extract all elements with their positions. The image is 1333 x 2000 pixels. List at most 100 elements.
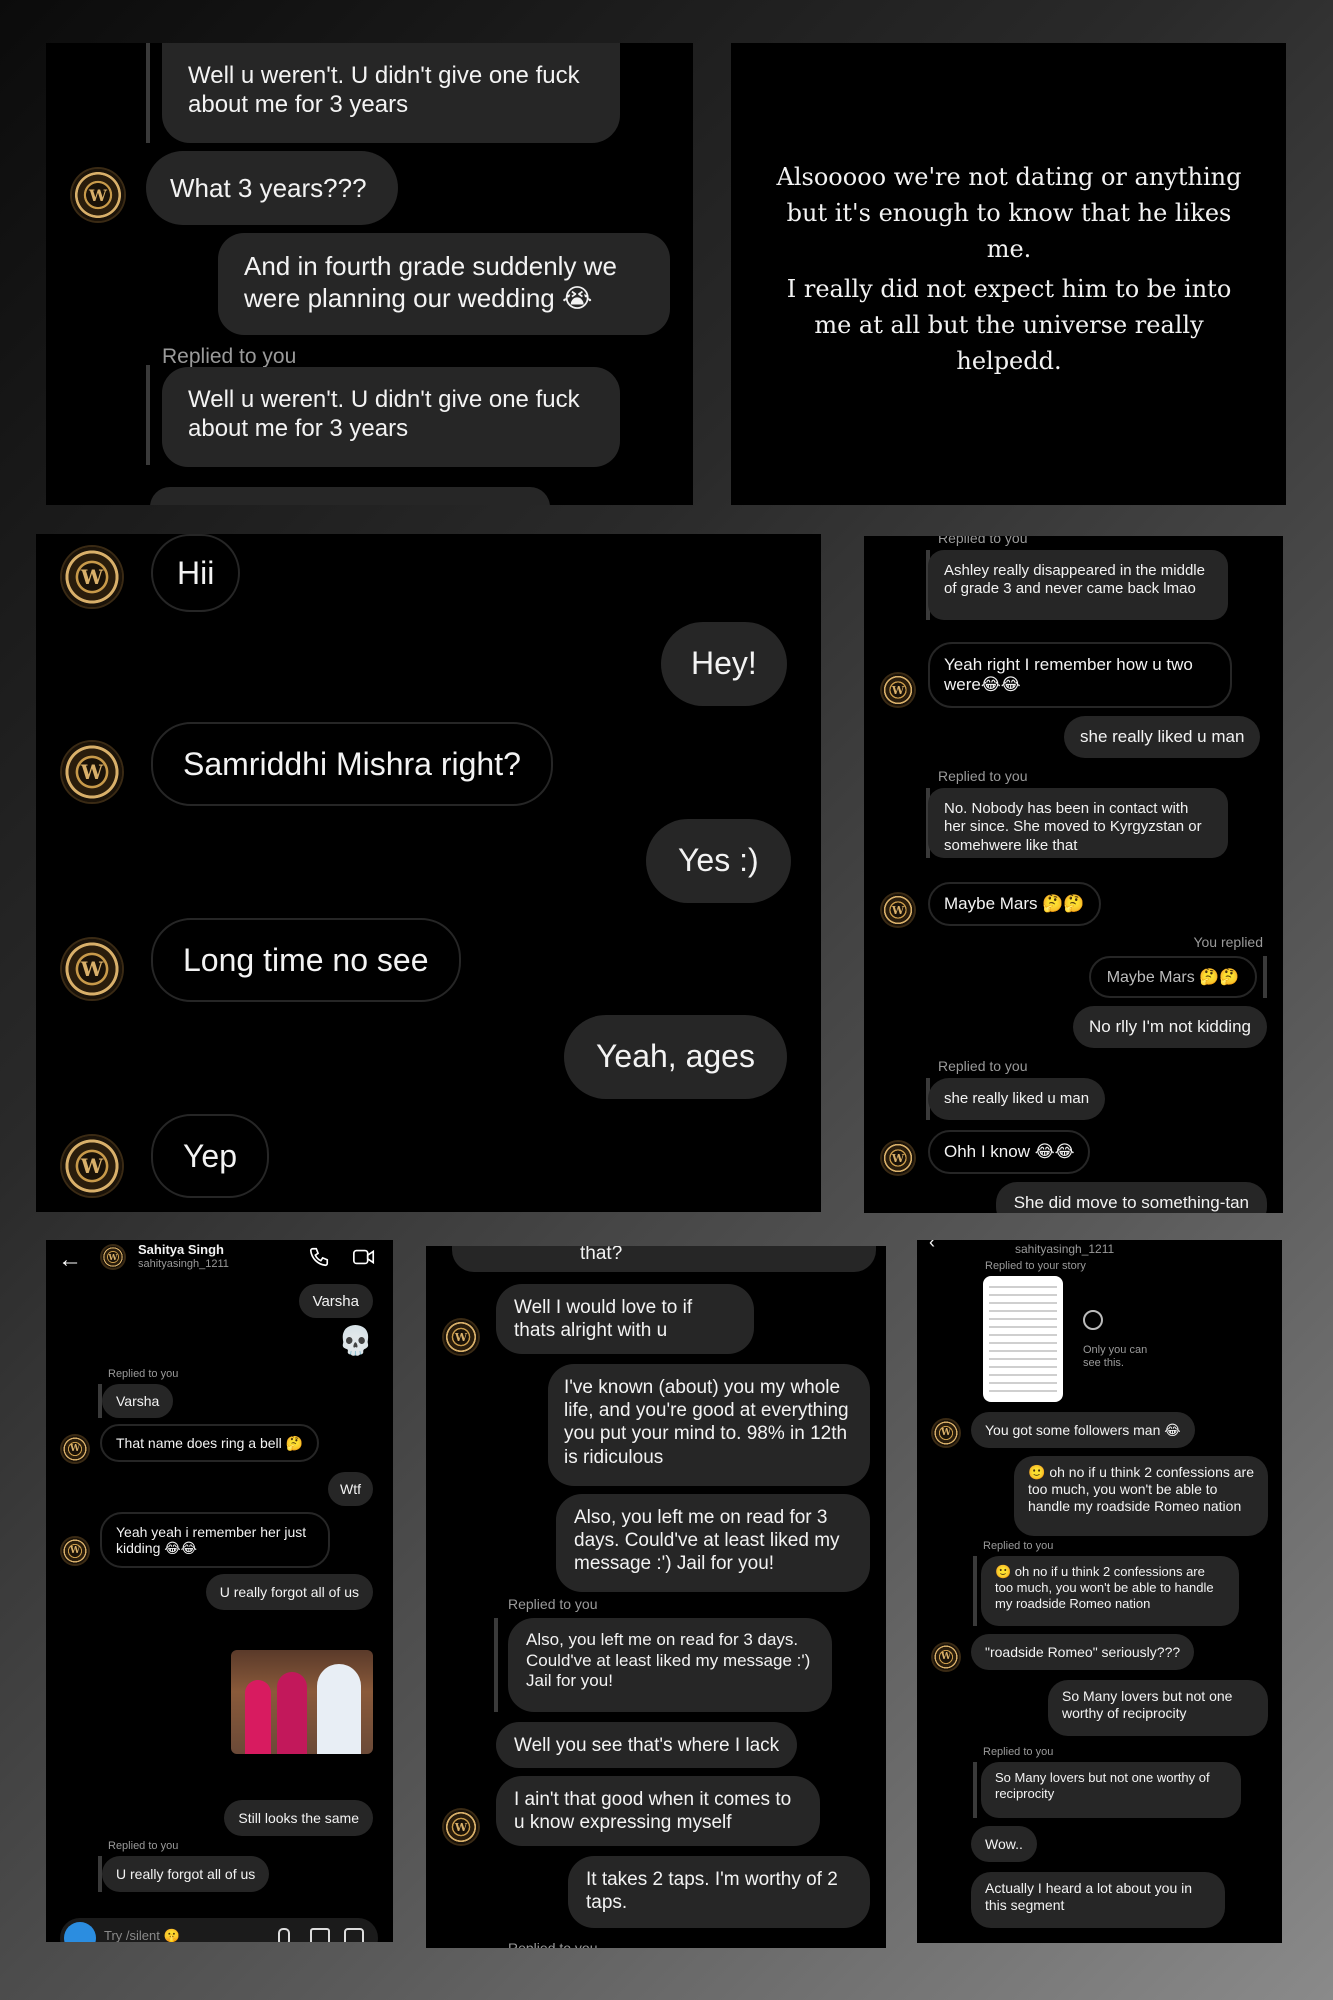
reply-bubble[interactable]: Ashley really disappeared in the middle … (928, 550, 1228, 620)
avatar[interactable]: W (62, 547, 122, 607)
avatar[interactable]: W (62, 1136, 122, 1196)
avatar[interactable]: W (444, 1320, 478, 1354)
chat-panel-1: Well u weren't. U didn't give one fuck a… (46, 43, 693, 505)
message-bubble[interactable]: Samriddhi Mishra right? (151, 722, 553, 806)
message-bubble[interactable]: Well I would love to if thats alright wi… (496, 1284, 754, 1354)
avatar[interactable]: W (933, 1644, 959, 1670)
person-figure (317, 1664, 361, 1754)
replied-label: Replied to you (983, 1746, 1054, 1758)
message-bubble[interactable]: Wow.. (971, 1826, 1037, 1862)
replied-label: Replied to you (983, 1540, 1054, 1552)
replied-label: Replied to you (938, 1058, 1028, 1074)
reply-bubble[interactable]: Well u weren't. U didn't give one fuck a… (162, 367, 620, 467)
reply-bubble[interactable]: Well u weren't. U didn't give one fuck a… (162, 43, 620, 143)
avatar[interactable]: W (882, 674, 914, 706)
avatar[interactable]: W (882, 894, 914, 926)
sent-message-bubble[interactable]: So Many lovers but not one worthy of rec… (1048, 1680, 1268, 1736)
contact-name[interactable]: Sahitya Singh (138, 1242, 224, 1257)
message-bubble[interactable]: That name does ring a bell 🤔 (100, 1424, 320, 1462)
reply-bubble[interactable]: Varsha (102, 1384, 174, 1418)
reply-bubble[interactable]: 🙂 oh no if u think 2 confessions are too… (981, 1556, 1239, 1626)
sent-message-bubble[interactable]: And in fourth grade suddenly we were pla… (218, 233, 670, 335)
sent-message-bubble[interactable]: Hey! (661, 622, 787, 706)
message-input-bar[interactable]: Try /silent 🤫 (60, 1918, 378, 1942)
message-bubble[interactable]: Ohh I know 😂😂 (928, 1130, 1091, 1174)
chat-panel-3: W Hii Hey! W Samriddhi Mishra right? Yes… (36, 534, 821, 1212)
reply-quote-bar (1263, 956, 1267, 998)
reply-quote-bar (146, 365, 150, 465)
story-thumbnail[interactable] (983, 1276, 1063, 1402)
avatar[interactable]: W (102, 1246, 124, 1268)
story-lines (989, 1286, 1057, 1394)
sent-message-bubble[interactable]: she really liked u man (1064, 716, 1261, 758)
text-panel: Alsooooo we're not dating or anything bu… (731, 43, 1286, 505)
sent-message-bubble[interactable]: No rlly I'm not kidding (1073, 1006, 1267, 1048)
reply-bubble[interactable]: she really liked u man (928, 1078, 1106, 1120)
phone-icon[interactable] (308, 1246, 330, 1273)
avatar[interactable]: W (62, 1538, 88, 1564)
avatar[interactable]: W (72, 169, 124, 221)
video-icon[interactable] (352, 1246, 376, 1273)
avatar[interactable]: W (62, 939, 122, 999)
avatar[interactable]: W (882, 1142, 914, 1174)
only-you-note: Only you can see this. (1083, 1344, 1148, 1370)
message-bubble[interactable]: I ain't that good when it comes to u kno… (496, 1776, 820, 1846)
sent-message-bubble[interactable]: It takes 2 taps. I'm worthy of 2 taps. (568, 1856, 870, 1928)
mic-icon[interactable] (278, 1928, 290, 1942)
sent-message-bubble[interactable]: U really forgot all of us (205, 1574, 373, 1610)
message-bubble[interactable]: "roadside Romeo" seriously??? (971, 1634, 1195, 1670)
story-reply-label: Replied to your story (985, 1260, 1086, 1272)
avatar[interactable]: W (933, 1420, 959, 1446)
message-bubble[interactable]: Yep (151, 1114, 269, 1198)
story-text-2: I really did not expect him to be into m… (786, 275, 1232, 375)
message-bubble[interactable]: that? (452, 1246, 876, 1272)
cut-bubble (150, 487, 550, 505)
sticker-icon[interactable] (344, 1928, 364, 1942)
reply-bubble[interactable]: No. Nobody has been in contact with her … (928, 788, 1228, 858)
camera-icon[interactable] (64, 1922, 96, 1942)
avatar[interactable]: W (444, 1810, 478, 1844)
reply-bubble[interactable]: Maybe Mars 🤔🤔 (1088, 956, 1257, 998)
shared-photo[interactable] (231, 1650, 373, 1754)
chat-panel-4: Replied to you Ashley really disappeared… (864, 536, 1283, 1213)
message-bubble[interactable]: Maybe Mars 🤔🤔 (928, 882, 1101, 926)
replied-label: Replied to you (108, 1368, 179, 1380)
sent-message-bubble[interactable]: She did move to something-tan (995, 1182, 1267, 1213)
chat-panel-6: that? W Well I would love to if thats al… (426, 1246, 886, 1948)
message-bubble[interactable]: Well you see that's where I lack (496, 1722, 798, 1768)
reply-quote-bar (973, 1762, 977, 1818)
reply-bubble[interactable]: U really forgot all of us (102, 1856, 270, 1892)
avatar[interactable]: W (62, 742, 122, 802)
contact-handle: sahityasingh_1211 (1015, 1242, 1115, 1256)
replied-label: Replied to you (938, 768, 1028, 784)
replied-label: Replied to you (508, 1940, 598, 1948)
back-arrow-icon[interactable]: ‹ (929, 1240, 935, 1253)
message-bubble[interactable]: What 3 years??? (146, 151, 398, 225)
sent-message-bubble[interactable]: 🙂 oh no if u think 2 confessions are too… (1014, 1456, 1268, 1536)
reply-bubble[interactable]: So Many lovers but not one worthy of rec… (981, 1762, 1241, 1818)
you-replied-label: You replied (1193, 934, 1263, 950)
message-bubble[interactable]: Yeah yeah i remember her just kidding 😂😂 (100, 1512, 330, 1568)
chat-panel-5: ← W Sahitya Singh sahityasingh_1211 Vars… (46, 1240, 393, 1942)
chat-panel-7: ‹ sahityasingh_1211 Replied to your stor… (917, 1240, 1282, 1943)
message-bubble[interactable]: Hii (151, 534, 241, 612)
reply-bubble[interactable]: Also, you left me on read for 3 days. Co… (508, 1618, 832, 1712)
message-bubble[interactable]: You got some followers man 😂 (971, 1412, 1195, 1448)
sent-message-bubble[interactable]: Still looks the same (224, 1800, 373, 1836)
person-figure (277, 1672, 307, 1754)
message-bubble[interactable]: Yeah right I remember how u two were😂😂 (928, 642, 1232, 708)
sent-message-bubble[interactable]: Yes :) (646, 819, 791, 903)
message-bubble[interactable]: Actually I heard a lot about you in this… (971, 1872, 1225, 1928)
gallery-icon[interactable] (310, 1928, 330, 1942)
message-input[interactable]: Try /silent 🤫 (104, 1928, 180, 1942)
message-bubble[interactable]: Long time no see (151, 918, 461, 1002)
back-arrow-icon[interactable]: ← (58, 1246, 82, 1274)
sent-message-bubble[interactable]: Varsha (298, 1284, 373, 1318)
sent-message-bubble[interactable]: Wtf (328, 1472, 373, 1506)
sent-message-bubble[interactable]: Yeah, ages (564, 1015, 787, 1099)
avatar[interactable]: W (62, 1436, 88, 1462)
replied-label: Replied to you (938, 536, 1028, 546)
skull-emoji[interactable]: 💀 (338, 1324, 373, 1357)
sent-message-bubble[interactable]: Also, you left me on read for 3 days. Co… (556, 1494, 870, 1592)
sent-message-bubble[interactable]: I've known (about) you my whole life, an… (548, 1364, 870, 1486)
